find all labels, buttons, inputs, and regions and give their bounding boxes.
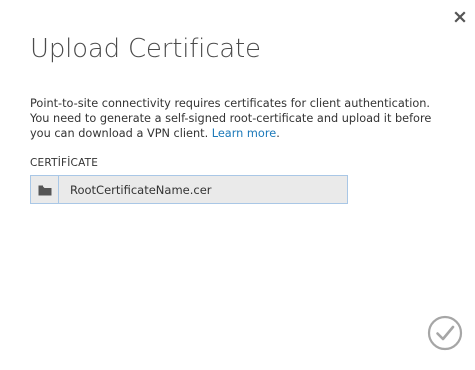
description-end: .	[276, 127, 280, 140]
dialog-title: Upload Certificate	[30, 34, 261, 64]
upload-certificate-dialog: Upload Certificate Point-to-site connect…	[0, 0, 475, 370]
folder-icon	[38, 185, 51, 195]
checkmark-circle-icon	[427, 315, 463, 351]
browse-button[interactable]	[31, 176, 59, 203]
certificate-label: CERTİFİCATE	[30, 157, 99, 169]
close-button[interactable]	[452, 9, 468, 25]
learn-more-link[interactable]: Learn more	[212, 127, 276, 140]
confirm-button[interactable]	[427, 315, 463, 351]
close-icon	[454, 11, 466, 23]
dialog-description: Point-to-site connectivity requires cert…	[30, 96, 440, 141]
certificate-file-field[interactable]: RootCertificateName.cer	[30, 175, 348, 204]
certificate-file-name: RootCertificateName.cer	[70, 182, 212, 197]
